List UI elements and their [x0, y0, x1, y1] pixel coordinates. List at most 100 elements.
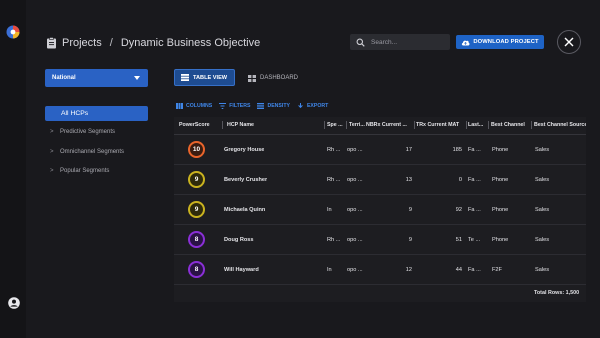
last-cell: Fa ... [468, 147, 481, 153]
powerscore-value: 8 [194, 236, 199, 243]
density-icon [257, 103, 265, 109]
tab-table-view-label: TABLE VIEW [193, 74, 228, 81]
total-rows: Total Rows: 1,500 [534, 290, 579, 296]
powerscore-badge: 9 [188, 171, 205, 188]
column-header-best-channel-source[interactable]: Best Channel Source [534, 122, 586, 128]
column-header-specialty[interactable]: Spe ... [327, 122, 346, 128]
table-toolbar: COLUMNS FILTERS DENSITY EXPORT [176, 102, 335, 110]
hcp-name[interactable]: Beverly Crusher [224, 177, 267, 183]
hcp-name[interactable]: Gregory House [224, 147, 264, 153]
last-cell: Fa ... [468, 207, 481, 213]
best-channel-source-cell: Sales [535, 237, 549, 243]
sidebar-item-popular-segments[interactable]: > Popular Segments [50, 166, 109, 176]
trx-cell: 92 [455, 207, 462, 213]
sidebar-item-label: Omnichannel Segments [60, 149, 125, 155]
sidebar-item-all-hcps[interactable]: All HCPs [45, 106, 148, 121]
territory-cell: opo ... [347, 267, 363, 273]
trx-cell: 51 [455, 237, 462, 243]
breadcrumb-separator: / [109, 37, 113, 49]
column-header-hcp-name[interactable]: HCP Name [227, 122, 322, 128]
sidebar-item-label: Predictive Segments [60, 129, 116, 135]
column-divider [531, 121, 532, 129]
powerscore-badge: 10 [188, 141, 205, 158]
table-row[interactable]: 10 Gregory House Rh ... opo ... 17 185 F… [174, 136, 586, 165]
nbrx-cell: 12 [405, 267, 412, 273]
download-project-button[interactable]: DOWNLOAD PROJECT [456, 35, 544, 49]
powerscore-badge: 8 [188, 261, 205, 278]
chevron-right-icon: > [50, 149, 54, 155]
column-header-trx-current-mat[interactable]: TRx Current MAT [416, 122, 466, 128]
column-header-territory[interactable]: Terri... [349, 122, 366, 128]
total-rows-label: Total Rows: [534, 290, 565, 296]
search-icon [356, 38, 365, 47]
table-row[interactable]: 9 Beverly Crusher Rh ... opo ... 13 0 Fa… [174, 166, 586, 195]
specialty-cell: In [327, 207, 332, 213]
chevron-down-icon [134, 76, 140, 80]
app-logo-icon[interactable] [6, 25, 20, 39]
export-icon [298, 103, 303, 109]
filters-label: FILTERS [229, 103, 251, 109]
sidebar-item-predictive-segments[interactable]: > Predictive Segments [50, 127, 115, 137]
chevron-right-icon: > [50, 129, 54, 135]
column-header-nbrx-current[interactable]: NBRx Current ... [366, 122, 413, 128]
close-icon [564, 37, 574, 47]
hcp-name[interactable]: Doug Ross [224, 237, 254, 243]
hcp-table: PowerScore HCP Name Spe ... Terri... NBR… [174, 117, 586, 302]
page-title: Dynamic Business Objective [120, 37, 261, 49]
filter-icon [219, 103, 227, 109]
table-row[interactable]: 9 Michaela Quinn In opo ... 9 92 Fa ... … [174, 196, 586, 225]
dashboard-icon [248, 74, 256, 82]
sidebar-item-label: All HCPs [61, 110, 89, 117]
hcp-name[interactable]: Michaela Quinn [224, 207, 265, 213]
table-row[interactable]: 8 Doug Ross Rh ... opo ... 9 51 Te ... P… [174, 226, 586, 255]
nbrx-cell: 9 [408, 207, 412, 213]
powerscore-value: 9 [194, 206, 199, 213]
sidebar-item-omnichannel-segments[interactable]: > Omnichannel Segments [50, 147, 124, 157]
best-channel-source-cell: Sales [535, 267, 549, 273]
trx-cell: 44 [455, 267, 462, 273]
last-cell: Fa ... [468, 267, 481, 273]
column-header-best-channel[interactable]: Best Channel [491, 122, 530, 128]
column-header-powerscore[interactable]: PowerScore [179, 122, 223, 128]
column-header-last[interactable]: Last... [468, 122, 487, 128]
tab-table-view[interactable]: TABLE VIEW [174, 69, 235, 86]
territory-cell: opo ... [347, 147, 363, 153]
density-button[interactable]: DENSITY [257, 103, 290, 109]
specialty-cell: Rh ... [327, 177, 341, 183]
user-avatar-icon[interactable] [8, 297, 20, 309]
search-box[interactable] [350, 34, 450, 50]
column-divider [346, 121, 347, 129]
trx-cell: 185 [452, 147, 462, 153]
column-divider [324, 121, 325, 129]
breadcrumb-projects[interactable]: Projects [62, 37, 102, 49]
best-channel-source-cell: Sales [535, 147, 549, 153]
total-rows-value: 1,500 [565, 290, 580, 296]
territory-cell: opo ... [347, 177, 363, 183]
search-input[interactable] [371, 38, 441, 46]
tab-dashboard-label: DASHBOARD [260, 75, 299, 81]
close-button[interactable] [557, 30, 581, 54]
clipboard-icon [47, 37, 56, 49]
columns-button[interactable]: COLUMNS [176, 103, 212, 109]
export-label: EXPORT [306, 103, 329, 109]
columns-label: COLUMNS [186, 103, 213, 109]
best-channel-cell: Phone [492, 207, 509, 213]
tab-dashboard[interactable]: DASHBOARD [248, 73, 298, 83]
best-channel-cell: Phone [492, 177, 509, 183]
columns-icon [176, 103, 183, 109]
sidebar-item-label: Popular Segments [60, 168, 110, 174]
table-header: PowerScore HCP Name Spe ... Terri... NBR… [174, 117, 586, 135]
trx-cell: 0 [458, 177, 462, 183]
chevron-right-icon: > [50, 168, 54, 174]
territory-cell: opo ... [347, 237, 363, 243]
nbrx-cell: 17 [405, 147, 412, 153]
region-select[interactable]: National [45, 69, 148, 87]
filters-button[interactable]: FILTERS [219, 103, 250, 109]
table-row[interactable]: 8 Will Hayward In opo ... 12 44 Fa ... F… [174, 256, 586, 285]
export-button[interactable]: EXPORT [297, 103, 328, 109]
hcp-name[interactable]: Will Hayward [224, 267, 259, 273]
specialty-cell: Rh ... [327, 147, 341, 153]
powerscore-badge: 8 [188, 231, 205, 248]
last-cell: Te ... [468, 237, 481, 243]
breadcrumb: Projects / Dynamic Business Objective [46, 35, 260, 51]
